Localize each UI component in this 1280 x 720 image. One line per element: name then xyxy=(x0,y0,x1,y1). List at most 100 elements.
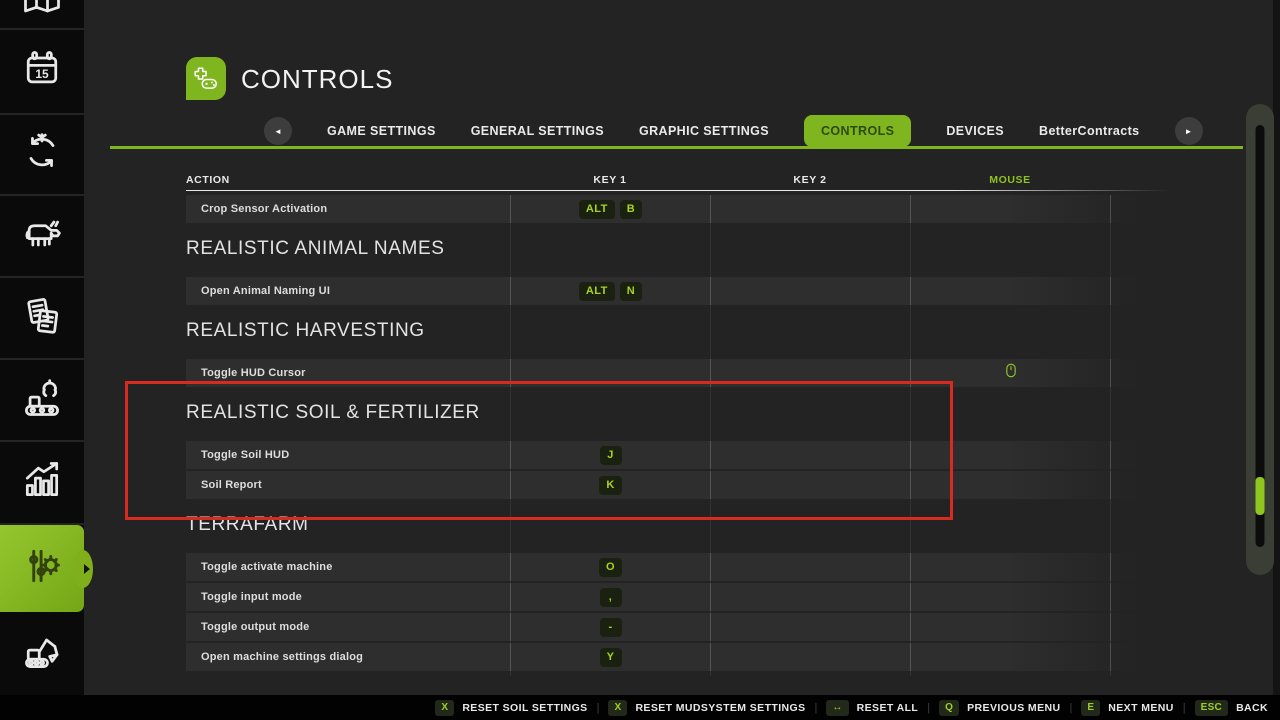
footer-action-label: BACK xyxy=(1236,702,1268,714)
tab-bar: ◄ GAME SETTINGS GENERAL SETTINGS GRAPHIC SE… xyxy=(264,114,1203,148)
column-header-key1: KEY 1 xyxy=(510,174,710,186)
footer-separator: | xyxy=(814,702,817,714)
key2-cell[interactable] xyxy=(710,441,910,469)
mouse-cell[interactable] xyxy=(910,359,1110,387)
control-row[interactable]: Toggle Soil HUDJ xyxy=(186,441,1140,469)
scrollbar-track[interactable] xyxy=(1256,125,1265,547)
control-row[interactable]: Open Animal Naming UIALTN xyxy=(186,277,1140,305)
mouse-cell[interactable] xyxy=(910,195,1110,223)
key1-cell[interactable]: - xyxy=(510,613,710,641)
column-header-action: ACTION xyxy=(186,174,230,186)
svg-text:15: 15 xyxy=(35,67,49,81)
key2-cell[interactable] xyxy=(710,613,910,641)
action-label: Toggle HUD Cursor xyxy=(186,359,510,387)
sidebar-item-statistics[interactable] xyxy=(0,442,84,525)
control-row[interactable]: Toggle output mode- xyxy=(186,613,1140,641)
sidebar-item-animals[interactable] xyxy=(0,196,84,278)
tab-graphic-settings[interactable]: GRAPHIC SETTINGS xyxy=(639,124,769,138)
footer-action-next-menu[interactable]: ENEXT MENU xyxy=(1081,700,1173,716)
key2-cell[interactable] xyxy=(710,471,910,499)
key2-cell[interactable] xyxy=(710,583,910,611)
mouse-cell[interactable] xyxy=(910,441,1110,469)
sidebar-item-construction[interactable] xyxy=(0,612,84,695)
mouse-cell[interactable] xyxy=(910,583,1110,611)
tab-devices[interactable]: DEVICES xyxy=(946,124,1004,138)
footer-action-back[interactable]: ESCBACK xyxy=(1195,700,1268,716)
section-title: REALISTIC SOIL & FERTILIZER xyxy=(186,400,1140,426)
key1-cell[interactable]: , xyxy=(510,583,710,611)
right-edge-strip xyxy=(1273,0,1280,695)
action-label: Toggle output mode xyxy=(186,613,510,641)
tab-general-settings[interactable]: GENERAL SETTINGS xyxy=(471,124,604,138)
mouse-icon xyxy=(1005,363,1017,383)
key1-cell[interactable]: ALTN xyxy=(510,277,710,305)
action-label: Open Animal Naming UI xyxy=(186,277,510,305)
hotkey-badge: E xyxy=(1081,700,1100,716)
tabs-previous-button[interactable]: ◄ xyxy=(264,117,292,145)
action-label: Crop Sensor Activation xyxy=(186,195,510,223)
row-spacer xyxy=(1110,471,1140,499)
footer-action-label: RESET ALL xyxy=(857,702,919,714)
key1-cell[interactable]: J xyxy=(510,441,710,469)
tab-bettercontracts[interactable]: BetterContracts xyxy=(1039,124,1139,138)
contracts-icon xyxy=(20,294,64,343)
scrollbar[interactable] xyxy=(1246,104,1274,575)
footer-action-reset-all[interactable]: ↔ RESET ALL xyxy=(826,700,918,716)
key1-cell[interactable]: K xyxy=(510,471,710,499)
statistics-icon xyxy=(20,458,64,507)
action-label: Toggle Soil HUD xyxy=(186,441,510,469)
column-header-mouse: MOUSE xyxy=(910,174,1110,186)
sidebar-item-production[interactable] xyxy=(0,360,84,442)
control-row[interactable]: Soil ReportK xyxy=(186,471,1140,499)
row-spacer xyxy=(1110,441,1140,469)
mouse-cell[interactable] xyxy=(910,613,1110,641)
key2-cell[interactable] xyxy=(710,553,910,581)
mouse-cell[interactable] xyxy=(910,553,1110,581)
key2-cell[interactable] xyxy=(710,277,910,305)
crop-rotation-icon xyxy=(20,130,64,179)
controls-page-icon xyxy=(186,57,226,100)
key-badge: O xyxy=(599,558,622,577)
hotkey-badge: ↔ xyxy=(826,700,848,716)
footer-separator: | xyxy=(597,702,600,714)
control-row[interactable]: Toggle activate machineO xyxy=(186,553,1140,581)
key1-cell[interactable]: Y xyxy=(510,643,710,671)
sidebar-item-map[interactable] xyxy=(0,0,84,30)
footer-action-previous-menu[interactable]: QPREVIOUS MENU xyxy=(939,700,1060,716)
key1-cell[interactable] xyxy=(510,359,710,387)
control-row[interactable]: Open machine settings dialogY xyxy=(186,643,1140,671)
row-spacer xyxy=(1110,277,1140,305)
key-badge: N xyxy=(620,282,642,301)
hotkey-badge: Q xyxy=(939,700,959,716)
tab-controls[interactable]: CONTROLS xyxy=(804,115,911,147)
hotkey-badge: X xyxy=(608,700,627,716)
header-divider xyxy=(186,190,1170,191)
control-row[interactable]: Toggle input mode, xyxy=(186,583,1140,611)
key2-cell[interactable] xyxy=(710,643,910,671)
production-icon xyxy=(20,376,64,425)
tabs-next-button[interactable]: ► xyxy=(1175,117,1203,145)
sidebar-item-settings[interactable] xyxy=(0,525,84,612)
key1-cell[interactable]: ALTB xyxy=(510,195,710,223)
footer-action-reset-soil-settings[interactable]: XRESET SOIL SETTINGS xyxy=(435,700,587,716)
control-row[interactable]: Crop Sensor ActivationALTB xyxy=(186,195,1140,223)
key2-cell[interactable] xyxy=(710,195,910,223)
sidebar: 15 xyxy=(0,0,84,695)
page-title: CONTROLS xyxy=(241,64,393,95)
mouse-cell[interactable] xyxy=(910,471,1110,499)
tab-game-settings[interactable]: GAME SETTINGS xyxy=(327,124,436,138)
scrollbar-thumb[interactable] xyxy=(1256,477,1265,515)
excavator-icon xyxy=(20,629,64,678)
mouse-cell[interactable] xyxy=(910,277,1110,305)
key1-cell[interactable]: O xyxy=(510,553,710,581)
row-spacer xyxy=(1110,195,1140,223)
footer-action-reset-mudsystem-settings[interactable]: XRESET MUDSYSTEM SETTINGS xyxy=(608,700,805,716)
control-row[interactable]: Toggle HUD Cursor xyxy=(186,359,1140,387)
sidebar-item-contracts[interactable] xyxy=(0,278,84,360)
key-badge: Y xyxy=(600,648,622,667)
sidebar-item-calendar[interactable]: 15 xyxy=(0,30,84,115)
controls-table: Crop Sensor ActivationALTBREALISTIC ANIM… xyxy=(186,195,1140,673)
mouse-cell[interactable] xyxy=(910,643,1110,671)
sidebar-item-crop-rotation[interactable] xyxy=(0,115,84,196)
key2-cell[interactable] xyxy=(710,359,910,387)
